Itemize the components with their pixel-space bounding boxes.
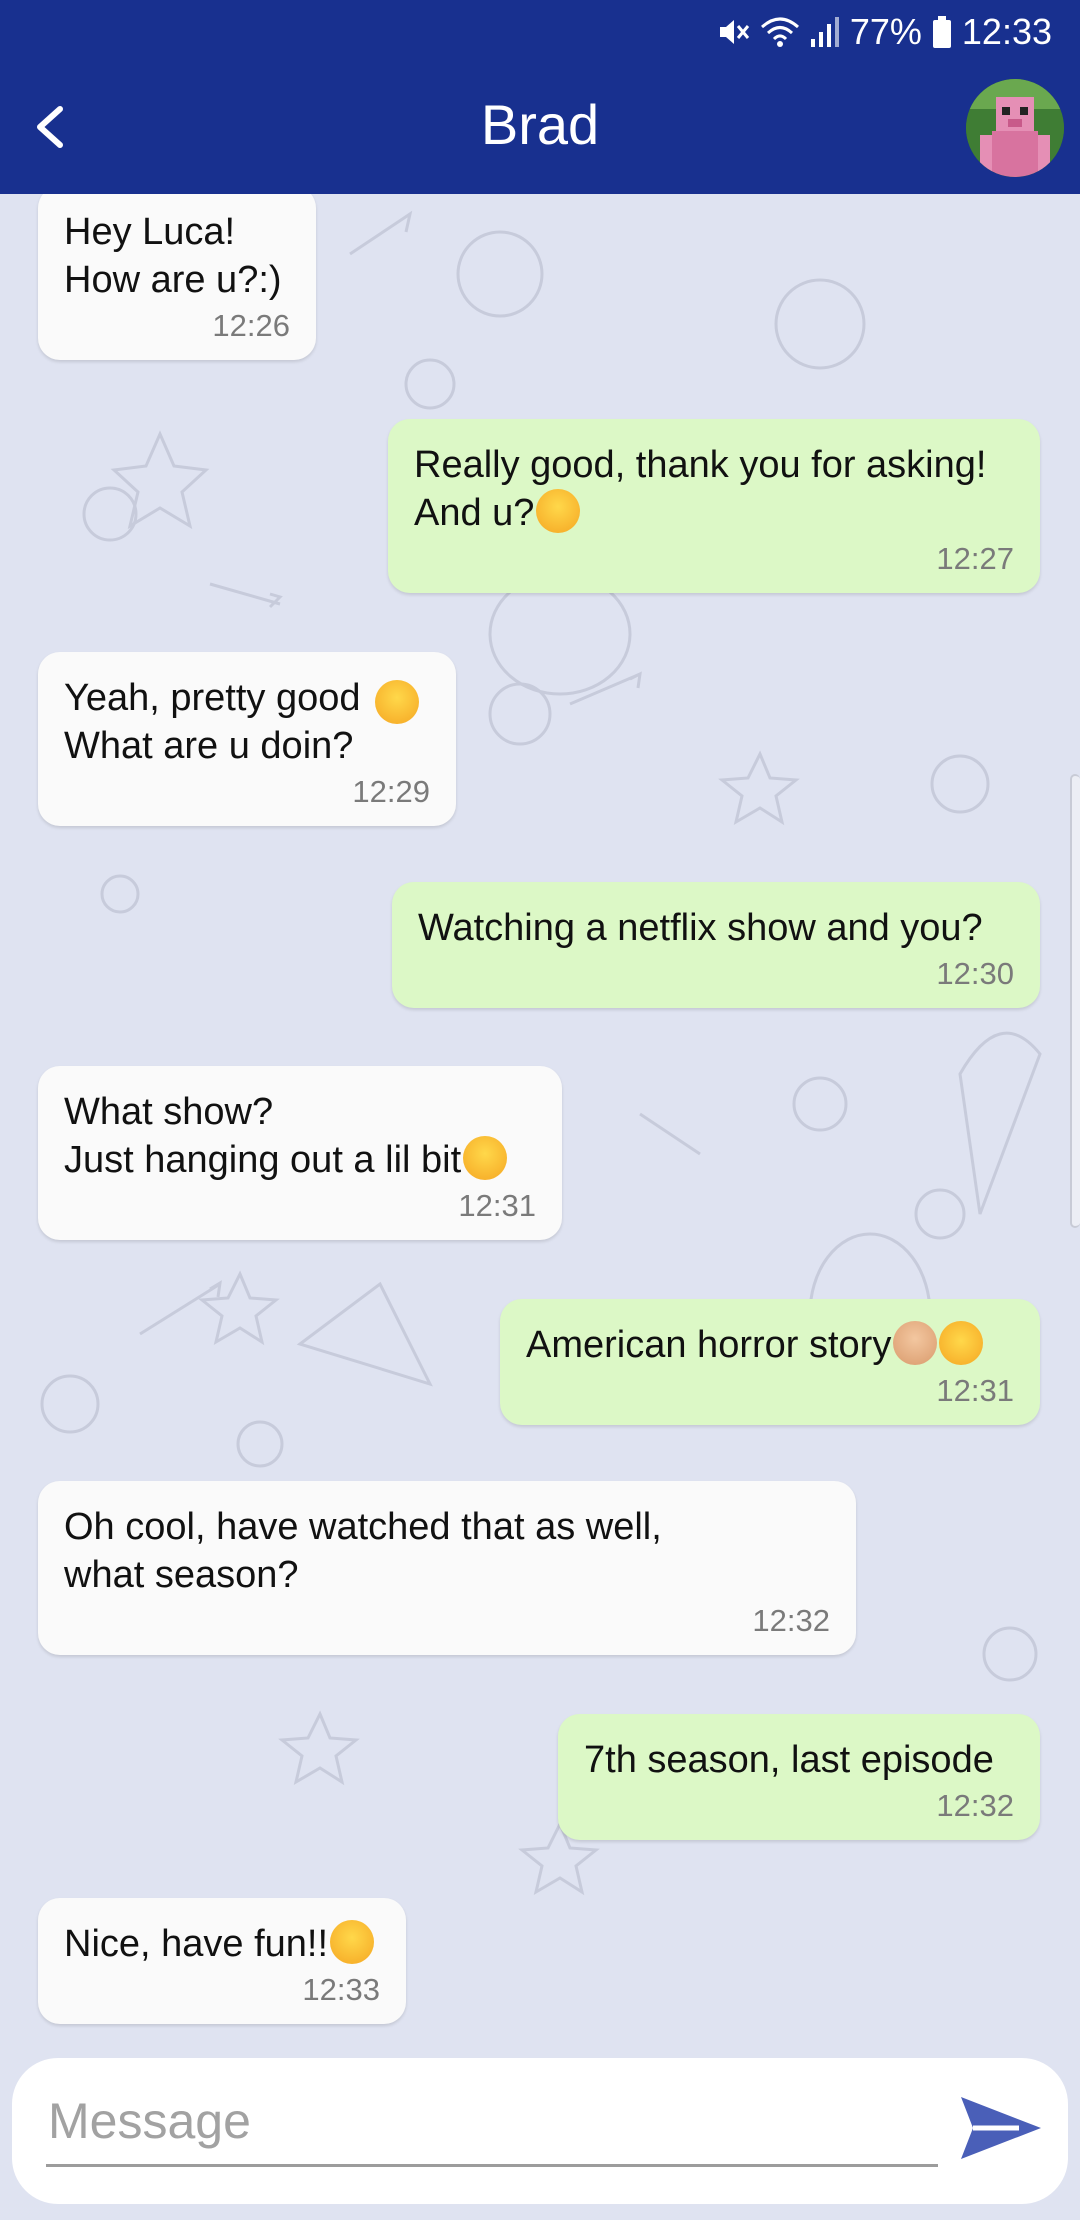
message-text-content: Yeah, pretty good What are u doin? [64,677,361,767]
avatar[interactable] [966,79,1064,177]
message-bubble-incoming[interactable]: Nice, have fun!! 12:33 [38,1898,406,2024]
wifi-icon [760,15,800,49]
message-text: Hey Luca! How are u?:) [64,211,282,301]
message-text: What show? Just hanging out a lil bit [64,1088,536,1184]
battery-percent: 77% [849,11,922,52]
message-time: 12:31 [458,1188,536,1223]
message-bubble-outgoing[interactable]: Really good, thank you for asking! And u… [388,419,1040,593]
message-time: 12:30 [936,956,1014,991]
status-bar: 77% 12:33 [0,0,1080,64]
message-text: Nice, have fun!! [64,1920,380,1968]
send-icon [959,2093,1043,2168]
message-time: 12:32 [752,1603,830,1638]
message-bubble-outgoing[interactable]: American horror story 12:31 [500,1299,1040,1425]
send-button[interactable] [956,2090,1046,2170]
message-text: Watching a netflix show and you? [418,907,983,949]
message-time: 12:26 [212,308,290,343]
mind-blown-emoji [939,1321,984,1365]
message-bubble-incoming[interactable]: What show? Just hanging out a lil bit 12… [38,1066,562,1240]
message-time: 12:31 [936,1373,1014,1408]
scroll-indicator[interactable] [1070,774,1080,1228]
message-text-content: Really good, thank you for asking! And u… [414,444,987,534]
message-text: Really good, thank you for asking! And u… [414,441,1014,537]
message-bubble-incoming[interactable]: Hey Luca! How are u?:) 12:26 [38,194,316,360]
crossed-fingers-emoji [893,1321,938,1365]
smiling-face-emoji [536,489,581,533]
message-text-content: American horror story [526,1324,892,1366]
message-text-content: Nice, have fun!! [64,1923,329,1965]
message-composer [12,2058,1068,2204]
battery-icon [932,15,952,49]
chat-header: Brad [0,64,1080,194]
yum-face-emoji [330,1920,375,1964]
status-time: 12:33 [961,11,1052,52]
message-text: 7th season, last episode [584,1739,994,1781]
grinning-face-emoji [375,680,419,724]
message-text-content: What show? Just hanging out a lil bit [64,1091,462,1181]
message-bubble-outgoing[interactable]: 7th season, last episode 12:32 [558,1714,1040,1840]
contact-name: Brad [480,93,600,156]
message-time: 12:33 [302,1972,380,2007]
status-icons: 77% 12:33 [716,10,1052,54]
mute-icon [716,15,750,49]
message-time: 12:32 [936,1788,1014,1823]
message-text: Yeah, pretty good What are u doin? [64,674,430,770]
message-input[interactable] [46,2080,940,2162]
signal-icon [810,15,840,49]
message-bubble-outgoing[interactable]: Watching a netflix show and you? 12:30 [392,882,1040,1008]
message-list[interactable]: Hey Luca! How are u?:) 12:26 Really good… [0,194,1080,2044]
message-text: Oh cool, have watched that as well, what… [64,1506,662,1596]
message-time: 12:29 [352,774,430,809]
yum-face-emoji [463,1136,508,1180]
message-bubble-incoming[interactable]: Yeah, pretty good What are u doin? 12:29 [38,652,456,826]
message-bubble-incoming[interactable]: Oh cool, have watched that as well, what… [38,1481,856,1655]
message-text: American horror story [526,1321,1014,1369]
input-underline [46,2164,938,2167]
message-time: 12:27 [936,541,1014,576]
